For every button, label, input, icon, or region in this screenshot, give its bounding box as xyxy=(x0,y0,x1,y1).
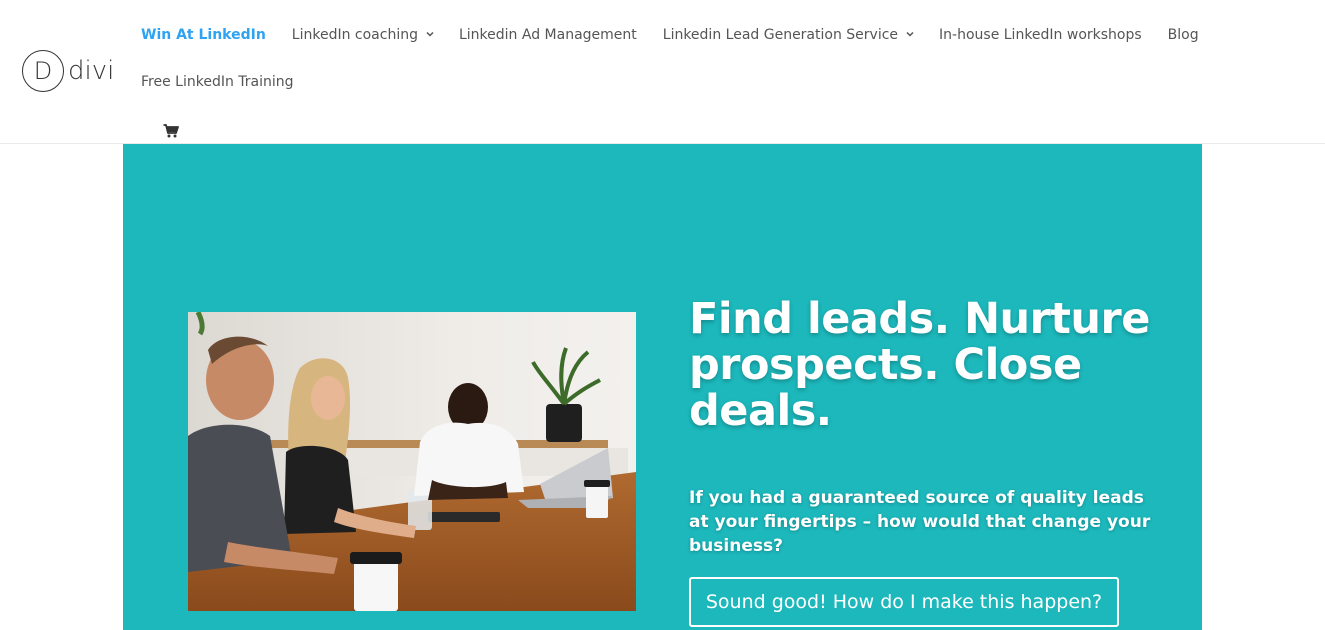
chevron-down-icon xyxy=(905,29,915,39)
nav-row-1: Win At LinkedIn LinkedIn coaching Linked… xyxy=(141,25,1199,45)
nav-item-blog[interactable]: Blog xyxy=(1168,27,1199,43)
chevron-down-icon xyxy=(425,29,435,39)
hero-subtext: If you had a guaranteed source of qualit… xyxy=(689,488,1151,556)
hero-section: Find leads. Nurture prospects. Close dea… xyxy=(123,144,1202,630)
nav-item-label: Blog xyxy=(1167,27,1199,43)
nav-item-label: Free LinkedIn Training xyxy=(141,74,294,90)
hero-cta-button[interactable]: Sound good! How do I make this happen? xyxy=(689,577,1119,627)
divi-logo[interactable]: D divi xyxy=(22,50,114,92)
nav-item-linkedin-lead-generation[interactable]: Linkedin Lead Generation Service xyxy=(663,27,915,43)
nav-item-label: Win At LinkedIn xyxy=(141,27,266,43)
nav-item-label: Linkedin Lead Generation Service xyxy=(662,27,899,43)
shopping-cart-icon[interactable] xyxy=(163,123,179,138)
nav-item-linkedin-ad-management[interactable]: Linkedin Ad Management xyxy=(459,27,637,43)
nav-row-2: Free LinkedIn Training xyxy=(141,72,294,92)
hero-headline: Find leads. Nurture prospects. Close dea… xyxy=(689,294,1150,436)
nav-item-free-linkedin-training[interactable]: Free LinkedIn Training xyxy=(141,74,294,90)
nav-item-label: LinkedIn coaching xyxy=(291,27,418,43)
logo-text: divi xyxy=(68,56,115,86)
nav-item-linkedin-coaching[interactable]: LinkedIn coaching xyxy=(292,27,435,43)
nav-item-label: In-house LinkedIn workshops xyxy=(939,27,1142,43)
team-meeting-photo xyxy=(188,312,636,611)
nav-item-label: Linkedin Ad Management xyxy=(458,27,637,43)
site-header: D divi Win At LinkedIn LinkedIn coaching… xyxy=(0,0,1325,144)
nav-item-inhouse-workshops[interactable]: In-house LinkedIn workshops xyxy=(939,27,1142,43)
nav-item-win-at-linkedin[interactable]: Win At LinkedIn xyxy=(141,27,266,43)
logo-mark: D xyxy=(22,50,64,92)
